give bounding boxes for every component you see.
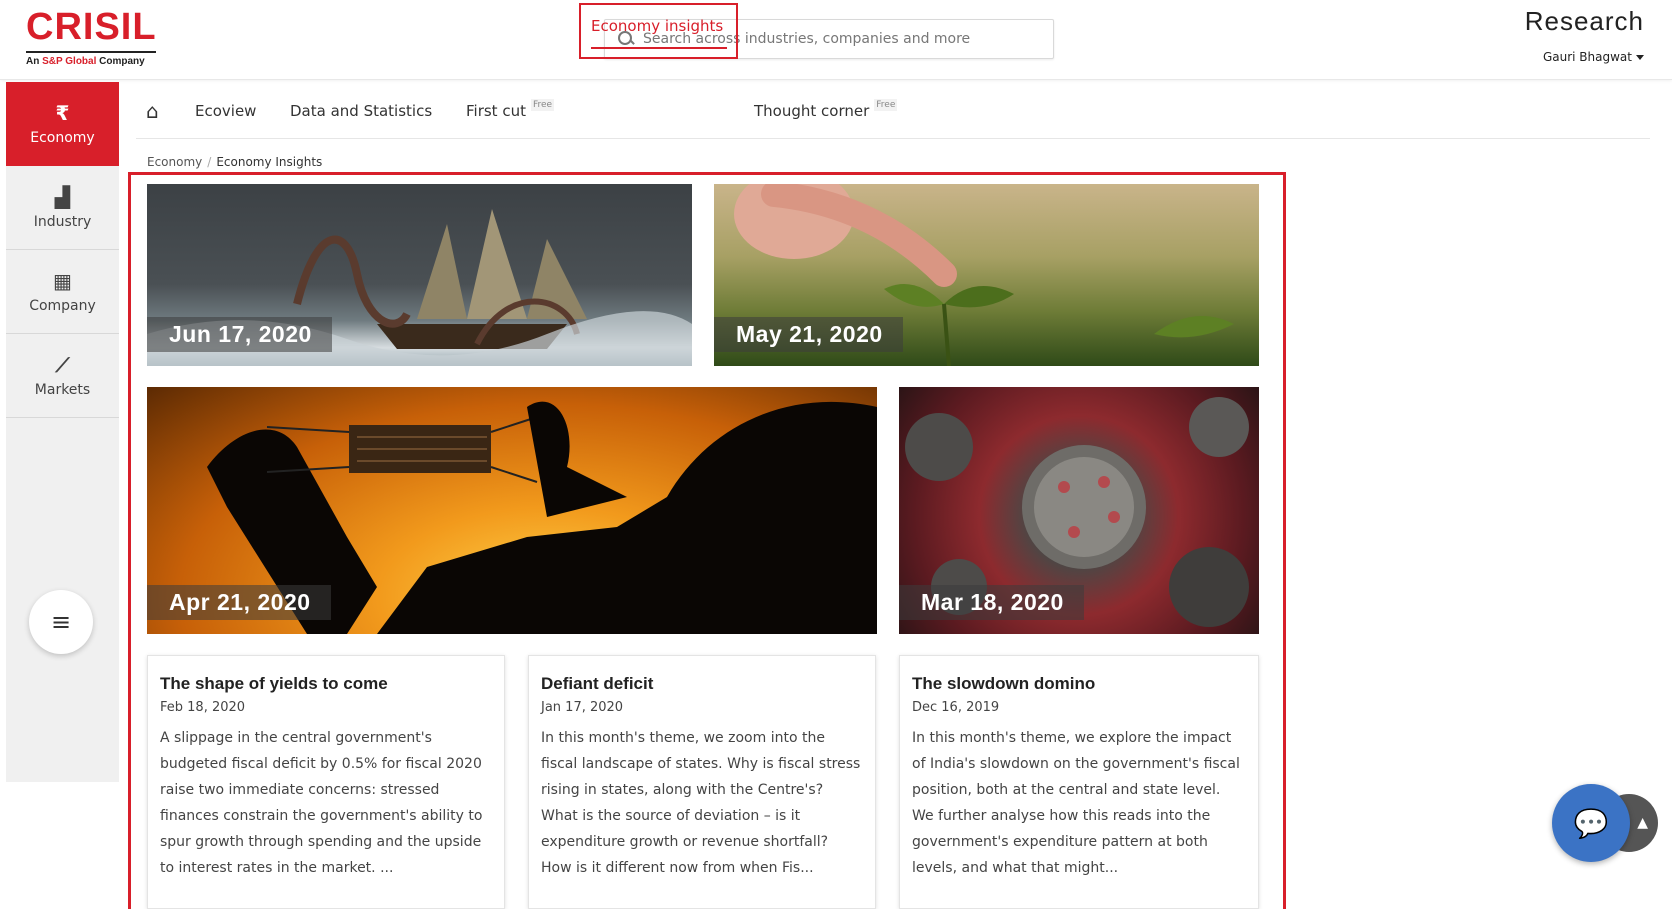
- logo-divider: [26, 51, 156, 53]
- tab-label: Thought corner: [754, 102, 870, 120]
- tab-data-and-statistics[interactable]: Data and Statistics: [290, 83, 432, 139]
- sidebar-item-industry[interactable]: ▟ Industry: [6, 166, 119, 250]
- insight-tile[interactable]: Jun 17, 2020: [147, 184, 692, 366]
- insight-tile[interactable]: May 21, 2020: [714, 184, 1259, 366]
- card-summary: A slippage in the central government's b…: [160, 730, 483, 876]
- sub-navigation: ⌂ Ecoview Data and Statistics First cut F…: [136, 83, 1650, 139]
- rupee-icon: ₹: [55, 101, 70, 125]
- logo-tagline-brand: S&P Global: [42, 56, 97, 67]
- crisil-logo[interactable]: CRISIL An S&P Global Company: [26, 6, 161, 72]
- free-badge: Free: [874, 99, 898, 111]
- card-date: Dec 16, 2019: [912, 700, 1000, 715]
- chat-button[interactable]: 💬: [1552, 784, 1630, 862]
- building-icon: ▦: [53, 268, 72, 293]
- insight-card[interactable]: The slowdown domino Dec 16, 2019 In this…: [899, 655, 1259, 909]
- card-title[interactable]: The slowdown domino: [912, 674, 1246, 694]
- insight-tile[interactable]: Mar 18, 2020: [899, 387, 1259, 634]
- card-title[interactable]: Defiant deficit: [541, 674, 863, 694]
- sidebar-item-company[interactable]: ▦ Company: [6, 250, 119, 334]
- sidebar-item-label: Company: [29, 297, 96, 314]
- tab-economy-insights[interactable]: Economy insights: [579, 3, 738, 59]
- breadcrumb: Economy / Economy Insights: [147, 155, 322, 169]
- hamburger-icon: ≡: [50, 608, 72, 636]
- sidebar-item-label: Markets: [34, 381, 91, 398]
- breadcrumb-separator: /: [207, 155, 212, 169]
- logo-tagline: An S&P Global Company: [26, 56, 161, 67]
- logo-tagline-prefix: An: [26, 56, 43, 67]
- product-title: Research: [1524, 6, 1644, 36]
- home-icon[interactable]: ⌂: [146, 83, 159, 139]
- tab-thought-corner[interactable]: Thought corner Free: [754, 83, 898, 139]
- logo-tagline-suffix: Company: [96, 56, 145, 67]
- card-title[interactable]: The shape of yields to come: [160, 674, 492, 694]
- tab-ecoview[interactable]: Ecoview: [195, 83, 256, 139]
- card-date: Jan 17, 2020: [541, 700, 624, 715]
- free-badge: Free: [530, 99, 555, 111]
- card-summary: In this month's theme, we explore the im…: [912, 730, 1240, 876]
- line-chart-icon: ⟋: [55, 352, 70, 377]
- logo-wordmark: CRISIL: [26, 6, 157, 48]
- arrow-up-icon: ▲: [1637, 815, 1648, 831]
- breadcrumb-economy[interactable]: Economy: [147, 155, 202, 169]
- left-sidebar: ₹ Economy ▟ Industry ▦ Company ⟋ Markets…: [6, 82, 119, 782]
- user-name: Gauri Bhagwat: [1542, 50, 1632, 64]
- insight-card[interactable]: Defiant deficit Jan 17, 2020 In this mon…: [528, 655, 876, 909]
- tab-label: First cut: [466, 102, 526, 120]
- chat-icon: 💬: [1573, 806, 1609, 840]
- tile-date: May 21, 2020: [714, 317, 903, 352]
- sidebar-item-markets[interactable]: ⟋ Markets: [6, 334, 119, 418]
- user-menu[interactable]: Gauri Bhagwat: [1543, 50, 1644, 64]
- menu-button[interactable]: ≡: [29, 590, 93, 654]
- insight-card[interactable]: The shape of yields to come Feb 18, 2020…: [147, 655, 505, 909]
- insight-tile[interactable]: Apr 21, 2020: [147, 387, 877, 634]
- factory-icon: ▟: [54, 184, 71, 209]
- sidebar-item-economy[interactable]: ₹ Economy: [6, 82, 119, 166]
- sidebar-item-label: Economy: [30, 130, 95, 146]
- caret-down-icon: [1636, 55, 1644, 60]
- tab-label: Economy insights: [591, 17, 724, 35]
- sidebar-item-label: Industry: [33, 213, 92, 230]
- top-header: CRISIL An S&P Global Company Research Ga…: [0, 0, 1672, 80]
- tile-date: Apr 21, 2020: [147, 585, 331, 620]
- active-tab-underline: [591, 47, 727, 49]
- card-date: Feb 18, 2020: [160, 700, 246, 715]
- card-summary: In this month's theme, we zoom into the …: [541, 730, 861, 876]
- tile-date: Mar 18, 2020: [899, 585, 1084, 620]
- tile-date: Jun 17, 2020: [147, 317, 332, 352]
- tab-first-cut[interactable]: First cut Free: [466, 83, 555, 139]
- breadcrumb-current: Economy Insights: [216, 155, 323, 169]
